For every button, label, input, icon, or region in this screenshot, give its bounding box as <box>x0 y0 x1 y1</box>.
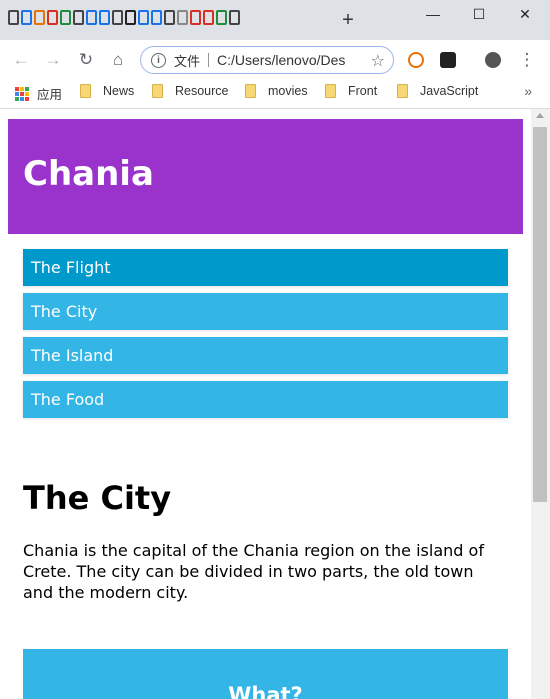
header-title: Chania <box>23 154 154 194</box>
tab-strip: + — ☐ ✕ <box>0 0 550 40</box>
pinned-tab-icons <box>8 10 240 25</box>
bookmark-label: Resource <box>175 84 229 98</box>
back-arrow-icon[interactable]: ← <box>10 49 32 71</box>
extension-tampermonkey-icon[interactable] <box>440 52 456 68</box>
bookmark-front[interactable]: Front <box>325 84 377 98</box>
forward-arrow-icon[interactable]: → <box>42 49 64 71</box>
content-title: The City <box>23 479 172 517</box>
address-bar[interactable]: i 文件 C:/Users/lenovo/Des ☆ <box>140 46 394 74</box>
bookmark-movies[interactable]: movies <box>245 84 308 98</box>
maximize-button[interactable]: ☐ <box>464 4 494 24</box>
pinned-tab-favicon-icon[interactable] <box>125 10 136 25</box>
url-text[interactable]: C:/Users/lenovo/Des <box>217 52 357 68</box>
pinned-tab-favicon-icon[interactable] <box>21 10 32 25</box>
pinned-tab-favicon-icon[interactable] <box>47 10 58 25</box>
bookmark-star-icon[interactable]: ☆ <box>371 51 385 71</box>
aside-title: What? <box>228 683 303 699</box>
pinned-tab-favicon-icon[interactable] <box>177 10 188 25</box>
bookmark-label: JavaScript <box>420 84 479 98</box>
page-viewport: Chania The Flight The City The Island Th… <box>0 109 531 699</box>
bookmark-apps[interactable]: 应用 <box>15 84 62 103</box>
scrollbar-thumb[interactable] <box>533 127 547 502</box>
minimize-button[interactable]: — <box>418 4 448 24</box>
pinned-tab-favicon-icon[interactable] <box>151 10 162 25</box>
bookmark-label: Front <box>348 84 378 98</box>
bookmark-javascript[interactable]: JavaScript <box>397 84 478 98</box>
pinned-tab-favicon-icon[interactable] <box>203 10 214 25</box>
menu-item-island[interactable]: The Island <box>23 337 508 374</box>
apps-grid-icon <box>15 86 29 101</box>
pinned-tab-favicon-icon[interactable] <box>60 10 71 25</box>
menu-item-food[interactable]: The Food <box>23 381 508 418</box>
menu-item-flight[interactable]: The Flight <box>23 249 508 286</box>
bookmark-news[interactable]: News <box>80 84 134 98</box>
bookmark-label: News <box>103 84 135 98</box>
folder-icon <box>325 84 336 98</box>
info-icon[interactable]: i <box>151 52 166 68</box>
bookmark-resource[interactable]: Resource <box>152 84 229 98</box>
reload-icon[interactable]: ↻ <box>75 49 97 71</box>
pinned-tab-favicon-icon[interactable] <box>99 10 110 25</box>
aside-box: What? <box>23 649 508 699</box>
protocol-chip: 文件 <box>174 53 201 69</box>
pinned-tab-favicon-icon[interactable] <box>8 10 19 25</box>
pinned-tab-favicon-icon[interactable] <box>164 10 175 25</box>
omnibox-separator <box>208 53 210 67</box>
pinned-tab-favicon-icon[interactable] <box>112 10 123 25</box>
folder-icon <box>152 84 163 98</box>
bookmarks-overflow-icon[interactable]: » <box>524 83 532 99</box>
pinned-tab-favicon-icon[interactable] <box>86 10 97 25</box>
bookmarks-bar: 应用 News Resource movies Front JavaScript… <box>0 78 550 109</box>
page-header: Chania <box>8 119 523 234</box>
pinned-tab-favicon-icon[interactable] <box>229 10 240 25</box>
content-paragraph: Chania is the capital of the Chania regi… <box>23 541 484 602</box>
home-icon[interactable]: ⌂ <box>107 49 129 71</box>
folder-icon <box>80 84 91 98</box>
menu-item-city[interactable]: The City <box>23 293 508 330</box>
pinned-tab-favicon-icon[interactable] <box>138 10 149 25</box>
pinned-tab-favicon-icon[interactable] <box>73 10 84 25</box>
extension-infinity-icon[interactable] <box>408 52 424 68</box>
side-menu: The Flight The City The Island The Food <box>23 249 508 425</box>
menu-kebab-icon[interactable]: ⋮ <box>516 49 538 71</box>
profile-avatar-icon[interactable] <box>485 52 501 68</box>
new-tab-button[interactable]: + <box>338 9 358 32</box>
scroll-up-arrow-icon[interactable] <box>536 113 544 118</box>
pinned-tab-favicon-icon[interactable] <box>216 10 227 25</box>
bookmark-label: movies <box>268 84 308 98</box>
vertical-scrollbar[interactable] <box>531 109 550 699</box>
close-window-button[interactable]: ✕ <box>510 4 540 24</box>
browser-toolbar: ← → ↻ ⌂ i 文件 C:/Users/lenovo/Des ☆ ⋮ <box>0 40 550 78</box>
pinned-tab-favicon-icon[interactable] <box>34 10 45 25</box>
bookmark-label: 应用 <box>37 88 63 102</box>
folder-icon <box>397 84 408 98</box>
folder-icon <box>245 84 256 98</box>
pinned-tab-favicon-icon[interactable] <box>190 10 201 25</box>
